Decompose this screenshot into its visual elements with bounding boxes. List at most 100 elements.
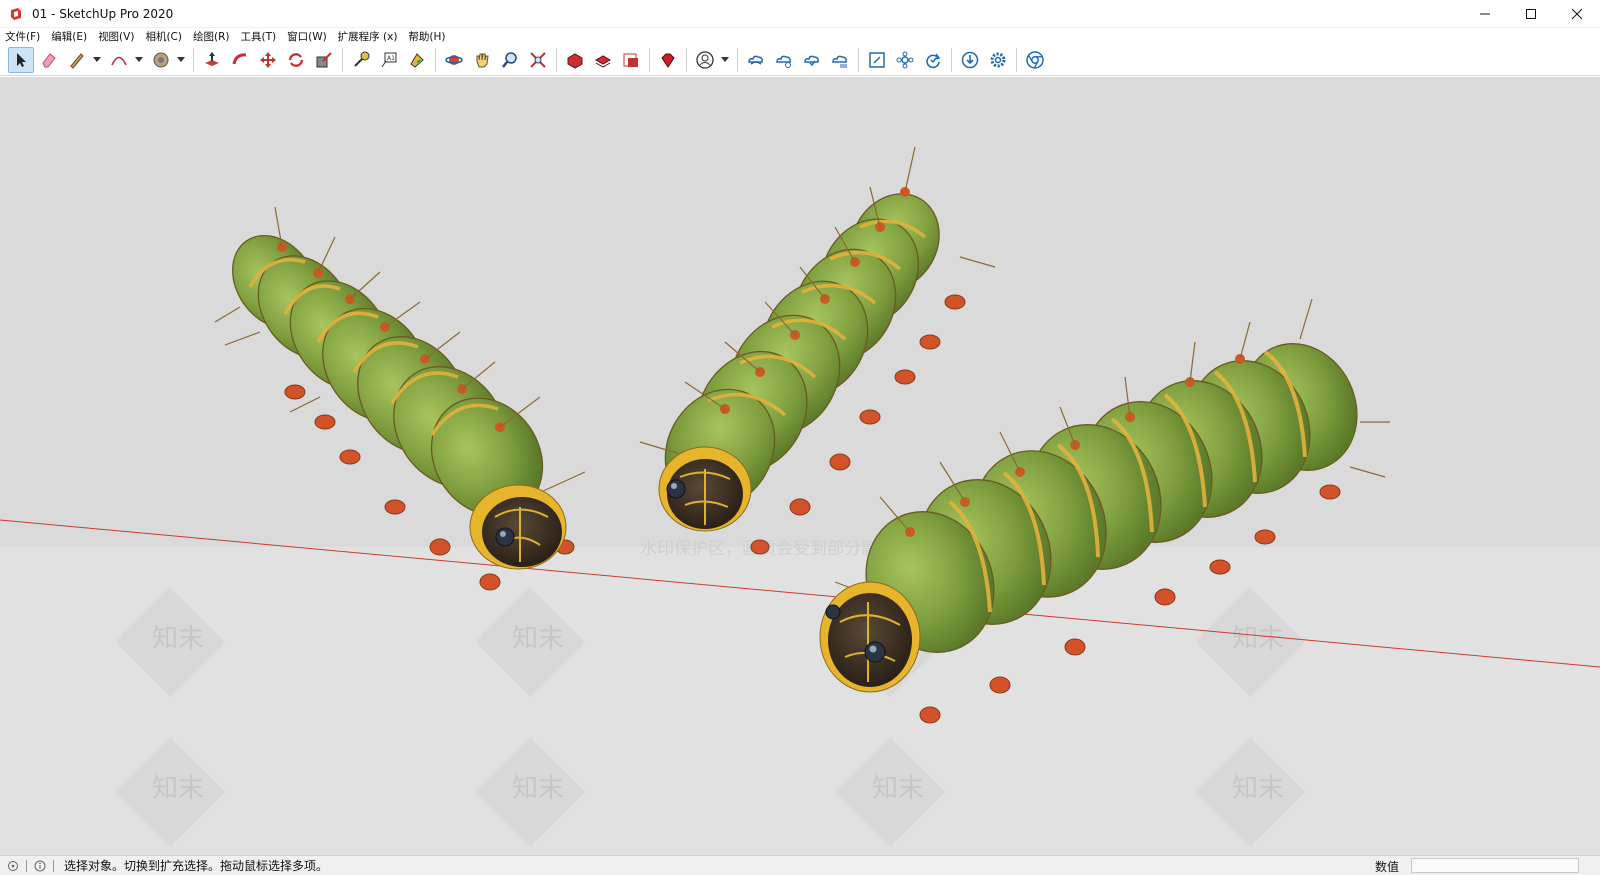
settings-icon [990, 52, 1006, 67]
arc-dropdown[interactable] [134, 47, 144, 73]
select-tool-button[interactable] [8, 46, 34, 73]
status-bar: 选择对象。切换到扩充选择。拖动鼠标选择多项。 数值 [0, 855, 1600, 875]
measurements-label: 数值 [1375, 860, 1400, 874]
shape-tool-button[interactable] [148, 47, 174, 73]
extension-warehouse-icon [594, 54, 612, 68]
status-message: 选择对象。切换到扩充选择。拖动鼠标选择多项。 [64, 859, 329, 873]
follow-me-button[interactable] [227, 47, 253, 73]
status-divider [26, 859, 27, 872]
shape-dropdown[interactable] [176, 47, 186, 73]
cloud-icon [748, 55, 763, 65]
trimble-connect-button[interactable] [771, 47, 797, 73]
watermark-label: 知末 [1232, 624, 1284, 654]
pencil-line-icon [70, 52, 84, 69]
account-icon [696, 50, 714, 69]
instructor-indicator[interactable] [33, 859, 47, 873]
text-icon: A1 [381, 52, 397, 67]
toolbar-separator [737, 47, 738, 72]
zoom-button[interactable] [497, 47, 523, 73]
menu-help[interactable]: 帮助(H) [408, 29, 445, 44]
toolbar-separator [649, 47, 650, 72]
geo-location-indicator[interactable] [6, 859, 20, 873]
watermark-label: 知末 [1232, 774, 1284, 804]
3d-warehouse-button[interactable] [562, 47, 588, 73]
close-icon [1571, 8, 1583, 20]
dropdown-arrow-icon [93, 56, 101, 62]
menu-tools[interactable]: 工具(T) [240, 29, 276, 44]
push-pull-icon [205, 51, 219, 66]
rotate-button[interactable] [283, 47, 309, 73]
toolbar-separator [435, 47, 436, 72]
pan-button[interactable] [469, 47, 495, 73]
orbit-icon [445, 54, 463, 65]
menu-extensions[interactable]: 扩展程序 (x) [338, 29, 398, 44]
paint-bucket-icon [153, 52, 169, 67]
account-dropdown[interactable] [720, 47, 730, 73]
scale-button[interactable] [311, 47, 337, 73]
dropdown-arrow-icon [721, 56, 729, 62]
menu-window[interactable]: 窗口(W) [287, 29, 327, 44]
line-dropdown[interactable] [92, 47, 102, 73]
menu-edit[interactable]: 编辑(E) [51, 29, 87, 44]
paint-button[interactable] [404, 47, 430, 73]
title-bar: 01 - SketchUp Pro 2020 [0, 0, 1600, 28]
layout-icon [623, 53, 638, 67]
maximize-icon [1526, 9, 1536, 19]
upload-icon [832, 55, 847, 67]
status-divider [53, 859, 54, 872]
eraser-tool-button[interactable] [36, 47, 62, 73]
model-viewport[interactable]: 知末 知末 知末 知末 知末 知末 知末 知末 水印保护区，画质会受到部分影响 [0, 77, 1600, 855]
components-button[interactable] [892, 47, 918, 73]
line-tool-button[interactable] [64, 47, 90, 73]
fit-button[interactable] [864, 47, 890, 73]
settings-button[interactable] [985, 47, 1011, 73]
dropdown-arrow-icon [135, 56, 143, 62]
cloud-button[interactable] [743, 47, 769, 73]
text-button[interactable]: A1 [376, 47, 402, 73]
download-button[interactable] [957, 47, 983, 73]
sync-icon [804, 55, 819, 66]
move-button[interactable] [255, 47, 281, 73]
warehouse-icon [567, 52, 583, 69]
menu-file[interactable]: 文件(F) [5, 29, 40, 44]
cloud-upload-button[interactable] [827, 47, 853, 73]
caterpillar-model-left[interactable] [214, 206, 586, 591]
cloud-sync-button[interactable] [799, 47, 825, 73]
toolbar-separator [1016, 47, 1017, 72]
orbit-button[interactable] [441, 47, 467, 73]
minimize-icon [1480, 13, 1490, 15]
toolbar-separator [951, 47, 952, 72]
watermark-label: 知末 [152, 624, 204, 654]
tape-measure-button[interactable] [348, 47, 374, 73]
arc-tool-button[interactable] [106, 47, 132, 73]
menu-view[interactable]: 视图(V) [98, 29, 134, 44]
watermark-label: 知末 [872, 774, 924, 804]
chrome-button[interactable] [1022, 47, 1048, 73]
arc-icon [111, 56, 127, 65]
window-controls [1462, 0, 1600, 28]
push-pull-button[interactable] [199, 47, 225, 73]
menu-draw[interactable]: 绘图(R) [193, 29, 230, 44]
measurements-input[interactable] [1411, 858, 1579, 873]
zoom-extents-button[interactable] [525, 47, 551, 73]
close-button[interactable] [1554, 0, 1600, 28]
minimize-button[interactable] [1462, 0, 1508, 28]
zoom-icon [502, 51, 517, 68]
account-button[interactable] [692, 47, 718, 73]
info-icon [34, 860, 46, 871]
menu-camera[interactable]: 相机(C) [145, 29, 182, 44]
layout-button[interactable] [618, 47, 644, 73]
tape-measure-icon [354, 51, 370, 67]
maximize-button[interactable] [1508, 0, 1554, 28]
watermark-label: 知末 [512, 774, 564, 804]
refresh-button[interactable] [920, 47, 946, 73]
move-icon [260, 51, 276, 68]
extension-warehouse-button[interactable] [590, 47, 616, 73]
dropdown-arrow-icon [177, 56, 185, 62]
watermark-label: 知末 [512, 624, 564, 654]
toolbar-separator [193, 47, 194, 72]
ruby-console-button[interactable] [655, 47, 681, 73]
watermark-label: 知末 [152, 774, 204, 804]
toolbar-separator [342, 47, 343, 72]
follow-me-icon [232, 52, 247, 64]
